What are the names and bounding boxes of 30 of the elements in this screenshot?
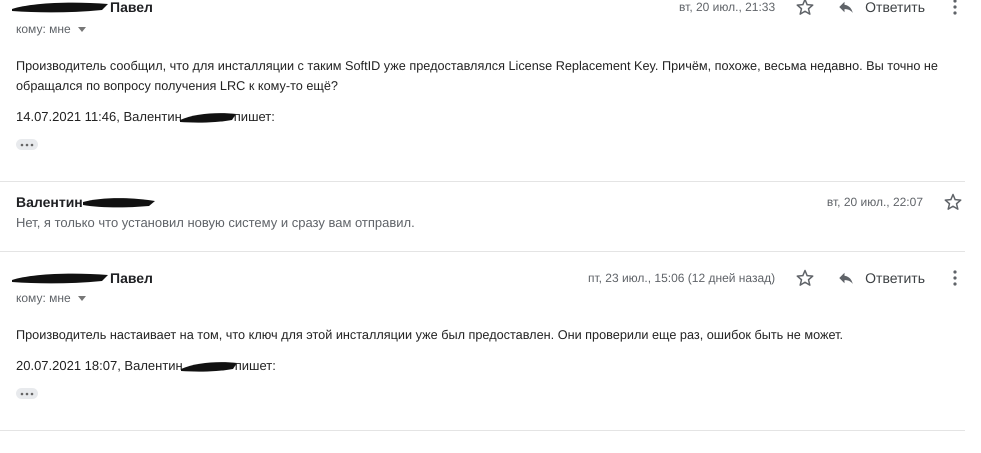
more-icon[interactable] — [953, 0, 957, 15]
show-trimmed-button[interactable] — [16, 388, 38, 399]
show-trimmed-button[interactable] — [16, 139, 38, 150]
quote-header: 14.07.2021 11:46, Валентин — [16, 109, 182, 124]
redaction-mark — [180, 110, 236, 122]
caret-icon — [78, 296, 86, 300]
reply-button[interactable]: Ответить — [837, 0, 925, 16]
quote-header: пишет: — [234, 358, 276, 373]
message-snippet: Нет, я только что установил новую систему и сразу вам отправил. — [16, 215, 416, 230]
message-body: Производитель сообщил, что для инсталляции с таким SoftID уже предоставлялся License Replacement Key. Причём, похоже, весьма недавно. Вы точно не обращался по вопросу получения LRC к кому-то ещё? — [16, 58, 939, 95]
message-date: пт, 23 июл., 15:06 (12 дней назад) — [588, 271, 776, 285]
quote-header: пишет: — [234, 109, 275, 124]
recipient-dropdown[interactable]: кому: мне — [16, 291, 965, 305]
star-icon[interactable] — [943, 192, 963, 212]
message-date: вт, 20 июл., 21:33 — [679, 0, 776, 14]
reply-button[interactable]: Ответить — [837, 269, 925, 287]
ellipsis-icon — [20, 142, 34, 146]
sender-name: Валентин — [16, 194, 83, 210]
recipient-dropdown[interactable]: кому: мне — [16, 22, 965, 36]
redaction-mark — [180, 360, 237, 372]
quote-header: 20.07.2021 18:07, Валентин — [16, 358, 183, 373]
ellipsis-icon — [20, 392, 34, 396]
sender-name: Павел — [110, 0, 153, 15]
message-date: вт, 20 июл., 22:07 — [826, 195, 923, 209]
caret-icon — [78, 26, 86, 32]
star-icon[interactable] — [795, 0, 816, 17]
more-icon[interactable] — [953, 270, 957, 286]
sender-name: Павел — [110, 270, 153, 286]
message-body: Производитель настаивает на том, что ключ для этой инсталляции уже был предоставлен. Они проверили еще раз, ошибок быть не может. — [16, 327, 844, 344]
star-icon[interactable] — [795, 268, 816, 288]
